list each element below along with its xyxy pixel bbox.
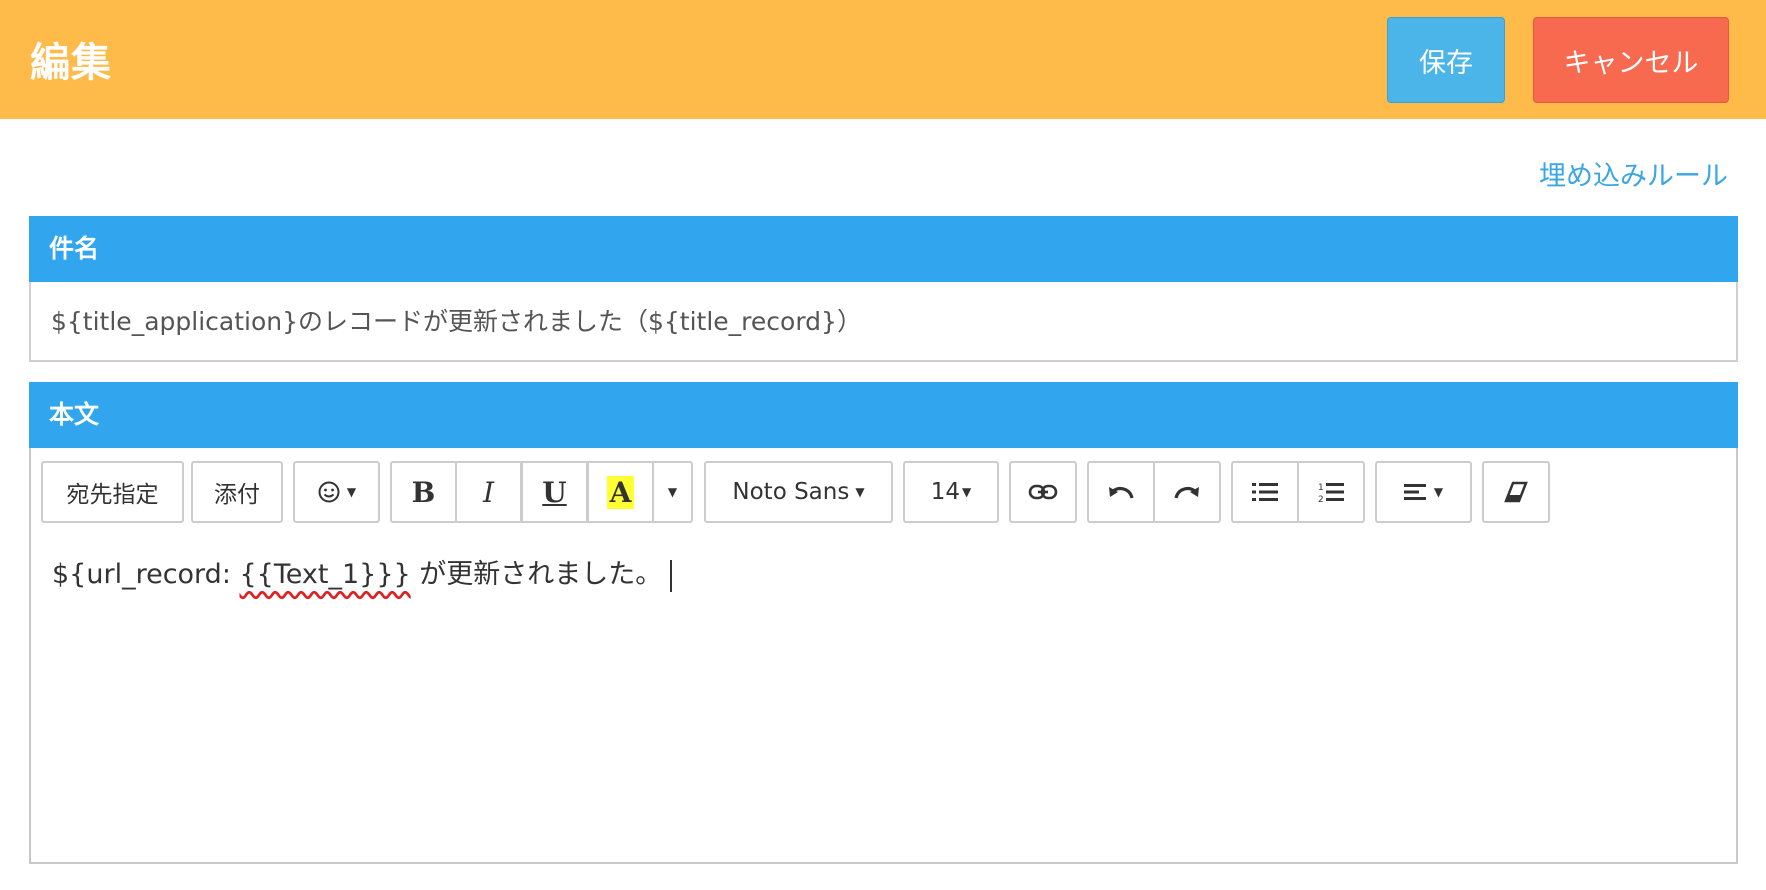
underline-icon: U (542, 475, 567, 509)
italic-button[interactable]: I (455, 461, 522, 523)
link-icon (1028, 483, 1058, 501)
chevron-down-icon: ▼ (962, 485, 972, 499)
font-family-select[interactable]: Noto Sans ▼ (704, 461, 893, 523)
eraser-icon (1504, 481, 1528, 503)
numbered-list-icon: 12 (1318, 481, 1344, 503)
undo-icon (1106, 482, 1136, 502)
numbered-list-button[interactable]: 12 (1297, 461, 1365, 523)
body-content[interactable]: ${url_record: {{Text_1}}} が更新されました。 (52, 552, 673, 592)
highlight-color-dropdown[interactable]: ▼ (652, 461, 693, 523)
recipient-button[interactable]: 宛先指定 (41, 461, 184, 523)
bullet-list-icon (1252, 482, 1278, 502)
bold-icon: B (411, 475, 436, 509)
page-title: 編集 (30, 40, 112, 86)
font-family-value: Noto Sans (732, 479, 850, 505)
align-button[interactable]: ▼ (1375, 461, 1472, 523)
subject-input[interactable]: ${title_application}のレコードが更新されました（${titl… (29, 282, 1738, 362)
chevron-down-icon: ▼ (1433, 485, 1444, 499)
highlight-button[interactable]: A (587, 461, 654, 523)
bullet-list-button[interactable] (1231, 461, 1299, 523)
chevron-down-icon: ▼ (855, 485, 865, 499)
embed-rules-link[interactable]: 埋め込みルール (1539, 154, 1728, 193)
misspelled-token: {{Text_1}}} (239, 559, 411, 590)
font-size-select[interactable]: 14 ▼ (903, 461, 999, 523)
align-icon (1403, 483, 1428, 501)
svg-text:1: 1 (1318, 483, 1324, 493)
chevron-down-icon: ▼ (346, 485, 357, 499)
cancel-button[interactable]: キャンセル (1533, 17, 1729, 103)
font-size-value: 14 (930, 479, 961, 505)
link-button[interactable] (1009, 461, 1077, 523)
body-text-end: が更新されました。 (410, 559, 663, 590)
body-text-start: ${url_record: (52, 559, 240, 590)
italic-icon: I (482, 475, 495, 509)
text-cursor (670, 559, 673, 592)
emoji-button[interactable]: ▼ (293, 461, 380, 523)
svg-text:2: 2 (1318, 495, 1324, 503)
redo-icon (1172, 482, 1202, 502)
save-button[interactable]: 保存 (1387, 17, 1505, 103)
chevron-down-icon: ▼ (667, 485, 678, 499)
smiley-icon (317, 480, 341, 504)
highlight-icon: A (606, 475, 635, 509)
undo-button[interactable] (1087, 461, 1155, 523)
clear-format-button[interactable] (1482, 461, 1550, 523)
bold-button[interactable]: B (390, 461, 457, 523)
underline-button[interactable]: U (521, 461, 588, 523)
header-bar: 編集 保存 キャンセル (0, 0, 1766, 119)
body-label: 本文 (29, 382, 1738, 448)
attach-button[interactable]: 添付 (191, 461, 283, 523)
redo-button[interactable] (1153, 461, 1221, 523)
subject-label: 件名 (29, 216, 1738, 282)
